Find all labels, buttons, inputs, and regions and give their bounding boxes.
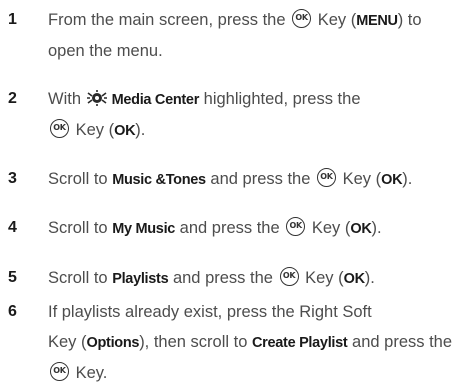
step-text-part: ).: [371, 219, 382, 237]
key-name-ok: OK: [114, 123, 136, 139]
menu-item-create-playlist: Create Playlist: [252, 335, 348, 351]
step-text-part: Scroll to: [48, 170, 108, 188]
ok-key-icon: OK: [317, 168, 336, 187]
step-number: 4: [8, 219, 17, 236]
step-text-part: Key (: [342, 170, 382, 188]
ok-key-glyph: OK: [320, 172, 333, 181]
step-text-part: ) to: [397, 11, 422, 29]
step-text: From the main screen, press the OK Key (…: [48, 5, 468, 66]
step-text-part: Scroll to: [48, 219, 108, 237]
ok-key-icon: OK: [286, 217, 306, 236]
step-text: Scroll to Playlists and press the OK Key…: [48, 263, 468, 294]
ok-key-glyph: OK: [53, 366, 66, 375]
step-text-part: Scroll to: [48, 269, 108, 287]
ok-key-glyph: OK: [289, 221, 303, 230]
menu-item-music-tones: Music &Tones: [112, 172, 206, 188]
step-text-part: ), then scroll to: [139, 333, 248, 351]
key-name-options: Options: [86, 335, 140, 351]
step-text-part: ).: [135, 121, 146, 139]
step-text: Scroll to My Music and press the OK Key …: [48, 213, 468, 244]
step-text-part: From the main screen, press the: [48, 11, 286, 29]
step-number: 1: [8, 11, 17, 28]
step-number: 2: [8, 90, 17, 107]
step-text-part: ).: [364, 269, 375, 287]
key-name-menu: MENU: [356, 13, 398, 29]
step-text-part: With: [48, 90, 81, 108]
ok-key-icon: OK: [50, 119, 69, 138]
step-text: With Media Center highlighted, press the…: [48, 84, 468, 146]
key-name-ok: OK: [381, 172, 403, 188]
step-text-part: ).: [402, 170, 413, 188]
ok-key-icon: OK: [292, 9, 312, 28]
ok-key-icon: OK: [50, 362, 69, 381]
step-text-part: Key (: [48, 333, 87, 351]
step-text: If playlists already exist, press the Ri…: [48, 297, 468, 388]
menu-item-media-center: Media Center: [111, 92, 200, 108]
step-text-part: open the menu.: [48, 42, 163, 60]
step-text-part: Key (: [317, 11, 357, 29]
step-text-part: and press the: [352, 333, 453, 351]
step-text-part: Key.: [75, 364, 108, 382]
step-text-part: and press the: [179, 219, 280, 237]
ok-key-glyph: OK: [295, 13, 308, 22]
ok-key-icon: OK: [279, 267, 299, 286]
step-text-part: If playlists already exist, press the Ri…: [48, 303, 372, 321]
media-center-icon: [86, 90, 107, 106]
step-text-part: highlighted, press the: [203, 90, 361, 108]
step-text: Scroll to Music &Tones and press the OK …: [48, 164, 468, 195]
step-text-part: Key (: [305, 269, 344, 287]
menu-item-playlists: Playlists: [112, 271, 169, 287]
ok-key-glyph: OK: [282, 271, 296, 280]
step-number: 3: [8, 170, 17, 187]
step-number: 6: [8, 303, 17, 320]
key-name-ok: OK: [343, 271, 365, 287]
step-text-part: Key (: [75, 121, 115, 139]
ok-key-glyph: OK: [53, 123, 66, 132]
step-text-part: Key (: [311, 219, 351, 237]
step-text-part: and press the: [172, 269, 273, 287]
menu-item-my-music: My Music: [112, 221, 176, 237]
step-number: 5: [8, 269, 17, 286]
step-text-part: and press the: [210, 170, 311, 188]
key-name-ok: OK: [350, 221, 372, 237]
